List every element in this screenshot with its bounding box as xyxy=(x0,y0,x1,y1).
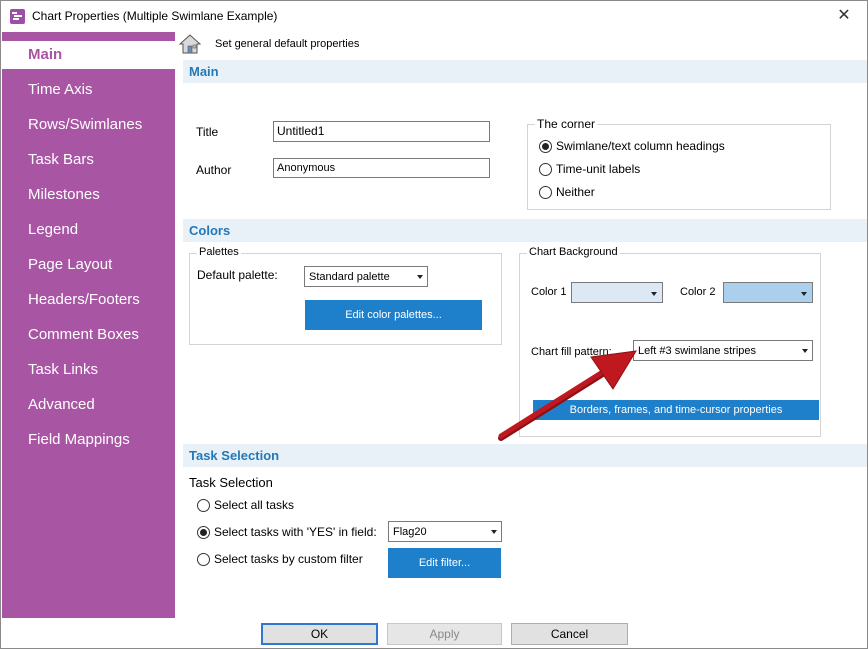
corner-option-neither-label: Neither xyxy=(556,185,595,199)
default-palette-select[interactable]: Standard palette xyxy=(304,266,428,287)
sidebar-item-rows-swimlanes[interactable]: Rows/Swimlanes xyxy=(2,111,175,139)
select-by-custom-filter-label: Select tasks by custom filter xyxy=(214,552,363,566)
corner-option-time-unit[interactable]: Time-unit labels xyxy=(539,162,799,178)
sidebar: Main Time Axis Rows/Swimlanes Task Bars … xyxy=(2,32,176,618)
header-text: Set general default properties xyxy=(215,38,360,50)
corner-option-time-unit-label: Time-unit labels xyxy=(556,162,641,176)
chevron-down-icon xyxy=(491,530,497,534)
radio-checked-icon[interactable] xyxy=(539,140,552,153)
flag-field-select[interactable]: Flag20 xyxy=(388,521,502,542)
radio-checked-icon[interactable] xyxy=(197,526,210,539)
chevron-down-icon xyxy=(417,275,423,279)
palettes-group: Palettes Default palette: Standard palet… xyxy=(189,246,502,345)
title-bar: Chart Properties (Multiple Swimlane Exam… xyxy=(1,1,867,32)
corner-option-headings-label: Swimlane/text column headings xyxy=(556,139,725,153)
edit-filter-button[interactable]: Edit filter... xyxy=(388,548,501,578)
chevron-down-icon xyxy=(801,292,807,296)
color2-select[interactable] xyxy=(723,282,813,303)
default-palette-value: Standard palette xyxy=(309,271,390,283)
chart-background-title: Chart Background xyxy=(527,246,620,258)
edit-color-palettes-button[interactable]: Edit color palettes... xyxy=(305,300,482,330)
corner-option-headings[interactable]: Swimlane/text column headings xyxy=(539,139,799,155)
default-palette-label: Default palette: xyxy=(197,268,278,282)
cancel-button[interactable]: Cancel xyxy=(511,623,628,645)
window-title: Chart Properties (Multiple Swimlane Exam… xyxy=(32,9,278,23)
chart-background-group: Chart Background Color 1 Color 2 Chart f… xyxy=(519,246,821,437)
sidebar-item-legend[interactable]: Legend xyxy=(2,216,175,244)
flag-field-value: Flag20 xyxy=(393,526,427,538)
radio-unchecked-icon[interactable] xyxy=(197,499,210,512)
apply-button[interactable]: Apply xyxy=(387,623,502,645)
section-task-selection-heading: Task Selection xyxy=(183,444,867,467)
chart-fill-pattern-label: Chart fill pattern: xyxy=(531,346,612,358)
sidebar-item-field-mappings[interactable]: Field Mappings xyxy=(2,426,175,454)
task-selection-subtitle: Task Selection xyxy=(189,475,273,490)
radio-unchecked-icon[interactable] xyxy=(539,163,552,176)
chevron-down-icon xyxy=(802,349,808,353)
radio-unchecked-icon[interactable] xyxy=(197,553,210,566)
radio-unchecked-icon[interactable] xyxy=(539,186,552,199)
sidebar-item-task-bars[interactable]: Task Bars xyxy=(2,146,175,174)
select-tasks-with-yes-option[interactable]: Select tasks with 'YES' in field: xyxy=(197,525,387,541)
corner-group: The corner Swimlane/text column headings… xyxy=(527,117,831,210)
chart-fill-pattern-select[interactable]: Left #3 swimlane stripes xyxy=(633,340,813,361)
section-colors-heading: Colors xyxy=(183,219,867,242)
title-label: Title xyxy=(196,125,219,139)
sidebar-item-page-layout[interactable]: Page Layout xyxy=(2,251,175,279)
borders-frames-button[interactable]: Borders, frames, and time-cursor propert… xyxy=(533,400,819,420)
color2-label: Color 2 xyxy=(680,286,716,298)
sidebar-item-milestones[interactable]: Milestones xyxy=(2,181,175,209)
sidebar-item-headers-footers[interactable]: Headers/Footers xyxy=(2,286,175,314)
app-icon xyxy=(10,9,25,24)
corner-group-title: The corner xyxy=(535,117,598,131)
page-header: Set general default properties xyxy=(175,32,867,58)
palettes-group-title: Palettes xyxy=(197,246,241,258)
sidebar-item-advanced[interactable]: Advanced xyxy=(2,391,175,419)
select-all-tasks-option[interactable]: Select all tasks xyxy=(197,498,377,514)
color1-label: Color 1 xyxy=(531,286,567,298)
ok-button[interactable]: OK xyxy=(261,623,378,645)
sidebar-item-time-axis[interactable]: Time Axis xyxy=(2,76,175,104)
author-field[interactable]: Anonymous xyxy=(273,158,490,178)
chart-fill-pattern-value: Left #3 swimlane stripes xyxy=(638,345,756,357)
author-label: Author xyxy=(196,163,232,177)
corner-option-neither[interactable]: Neither xyxy=(539,185,799,201)
dialog-window: Chart Properties (Multiple Swimlane Exam… xyxy=(0,0,868,649)
color1-select[interactable] xyxy=(571,282,663,303)
close-icon[interactable]: ✕ xyxy=(829,3,859,29)
sidebar-item-main[interactable]: Main xyxy=(2,41,176,69)
select-by-custom-filter-option[interactable]: Select tasks by custom filter xyxy=(197,552,377,568)
select-all-tasks-label: Select all tasks xyxy=(214,498,295,512)
chevron-down-icon xyxy=(651,292,657,296)
title-field[interactable]: Untitled1 xyxy=(273,121,490,142)
select-tasks-with-yes-label: Select tasks with 'YES' in field: xyxy=(214,525,377,539)
home-icon xyxy=(179,34,201,54)
sidebar-item-task-links[interactable]: Task Links xyxy=(2,356,175,384)
sidebar-item-comment-boxes[interactable]: Comment Boxes xyxy=(2,321,175,349)
section-main-heading: Main xyxy=(183,60,867,83)
